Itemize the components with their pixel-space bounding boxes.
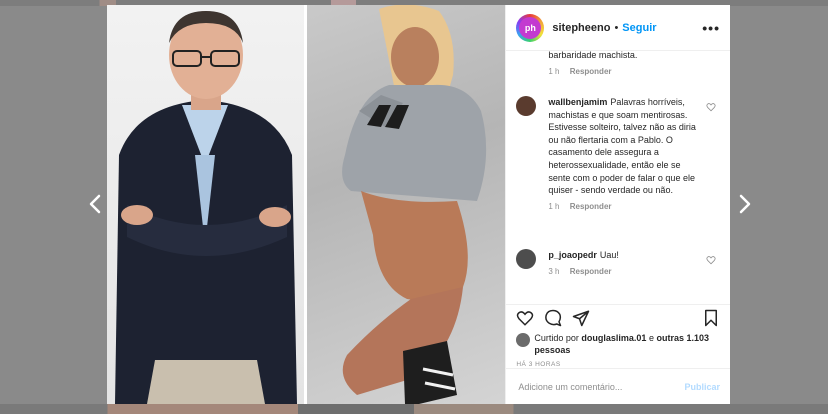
post-actions <box>506 304 730 330</box>
reply-button[interactable]: Responder <box>570 67 612 76</box>
post-media <box>107 5 506 404</box>
author-username[interactable]: sitepheeno <box>552 22 610 34</box>
post-sidebar: ph sitepheeno • Seguir ••• barbaridade m… <box>505 5 730 404</box>
commenter-username[interactable]: wallbenjamim <box>548 97 607 107</box>
comment-time: 1 h <box>548 67 560 76</box>
post-modal: ph sitepheeno • Seguir ••• barbaridade m… <box>107 5 730 404</box>
commenter-avatar[interactable] <box>516 249 537 269</box>
comment-item: p_joaopedr Uau! 3 h Responder <box>516 249 716 278</box>
photo-man-in-suit <box>107 5 304 404</box>
comment-composer: Publicar <box>506 368 730 404</box>
header-separator: • <box>614 21 619 34</box>
photo-woman-in-hoodie <box>307 5 506 404</box>
comment-meta: 1 h Responder <box>548 201 698 214</box>
like-comment-heart-icon[interactable] <box>706 102 716 112</box>
likes-summary: Curtido por douglaslima.01 e outras 1.10… <box>506 330 730 356</box>
likes-connector: e <box>648 333 654 343</box>
reply-button[interactable]: Responder <box>570 202 612 211</box>
publish-button[interactable]: Publicar <box>684 382 720 392</box>
comment-cut-text: barbaridade machista. <box>548 51 638 60</box>
comment-time: 3 h <box>548 266 560 276</box>
comment-text: Palavras horríveis, machistas e que soam… <box>548 97 696 196</box>
share-paper-plane-icon[interactable] <box>572 309 590 327</box>
comment-cut-meta: 1 h Responder <box>548 67 611 76</box>
author-avatar-logo: ph <box>519 16 542 39</box>
next-post-chevron-right-icon[interactable] <box>734 192 754 216</box>
post-header: ph sitepheeno • Seguir ••• <box>506 5 730 51</box>
comment-item: wallbenjamim Palavras horríveis, machista… <box>516 96 716 213</box>
more-options-icon[interactable]: ••• <box>702 20 720 36</box>
comment-bubble-icon[interactable] <box>544 309 562 327</box>
post-timestamp: HÁ 3 HORAS <box>516 361 561 368</box>
previous-post-chevron-left-icon[interactable] <box>86 192 106 216</box>
reply-button[interactable]: Responder <box>570 267 612 276</box>
comment-text: Uau! <box>599 250 619 260</box>
commenter-username[interactable]: p_joaopedr <box>548 250 597 260</box>
liker-username[interactable]: douglaslima.01 <box>581 333 646 343</box>
save-bookmark-icon[interactable] <box>702 309 720 327</box>
likes-prefix: Curtido por <box>534 333 579 343</box>
comment-input[interactable] <box>516 380 685 393</box>
comments-list[interactable]: barbaridade machista. 1 h Responder wall… <box>506 51 730 304</box>
comment-time: 1 h <box>548 201 560 211</box>
like-comment-heart-icon[interactable] <box>706 255 716 265</box>
liker-avatar[interactable] <box>516 333 531 347</box>
follow-button[interactable]: Seguir <box>622 22 656 34</box>
background-feed-bottom <box>0 404 828 414</box>
commenter-avatar[interactable] <box>516 96 537 116</box>
comment-meta: 3 h Responder <box>548 266 698 279</box>
author-avatar[interactable]: ph <box>516 13 545 42</box>
like-heart-icon[interactable] <box>516 309 534 327</box>
